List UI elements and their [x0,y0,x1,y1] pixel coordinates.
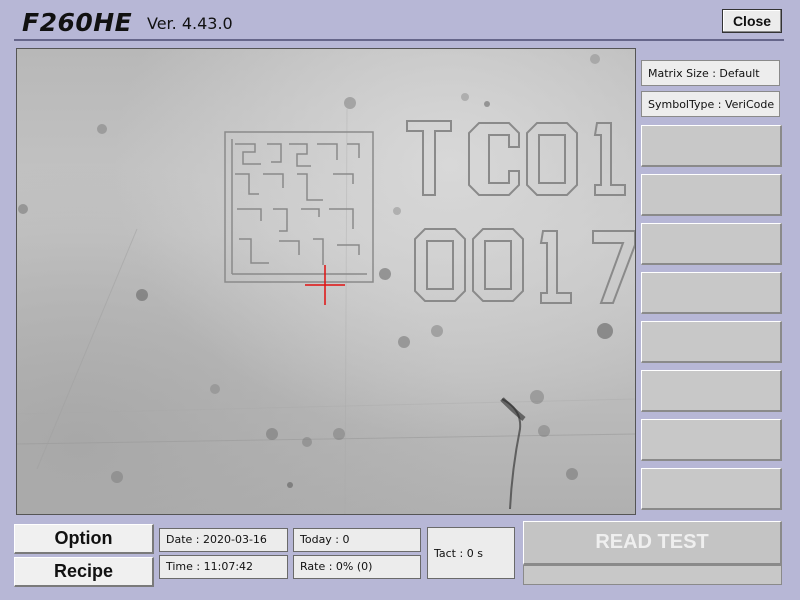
tact-display: Tact : 0 s [427,527,515,579]
result-slot [641,272,782,314]
close-button[interactable]: Close [722,9,782,33]
result-slot [641,468,782,510]
time-display: Time : 11:07:42 [159,555,288,579]
today-count: Today : 0 [293,528,421,552]
title-divider [14,39,784,41]
camera-image [17,54,635,514]
matrix-symbol [224,131,374,283]
matrix-size-label: Matrix Size : Default [641,60,780,86]
title-bar: F260HE Ver. 4.43.0 Close [0,0,800,41]
option-button[interactable]: Option [14,524,154,554]
recipe-button[interactable]: Recipe [14,557,154,587]
rate-display: Rate : 0% (0) [293,555,421,579]
result-slot [641,419,782,461]
result-slot [641,174,782,216]
read-status-bar [523,565,782,585]
marking-text-line1 [406,120,626,196]
result-slot [641,370,782,412]
result-slot [641,223,782,265]
camera-view[interactable] [16,48,636,515]
symbol-type-label: SymbolType : VeriCode [641,91,780,117]
app-name: F260HE [22,8,133,37]
app-version: Ver. 4.43.0 [147,14,233,33]
result-slot [641,321,782,363]
date-display: Date : 2020-03-16 [159,528,288,552]
read-test-button[interactable]: READ TEST [523,521,782,565]
marking-text-line2 [414,228,635,304]
result-slot [641,125,782,167]
crosshair [305,265,345,305]
